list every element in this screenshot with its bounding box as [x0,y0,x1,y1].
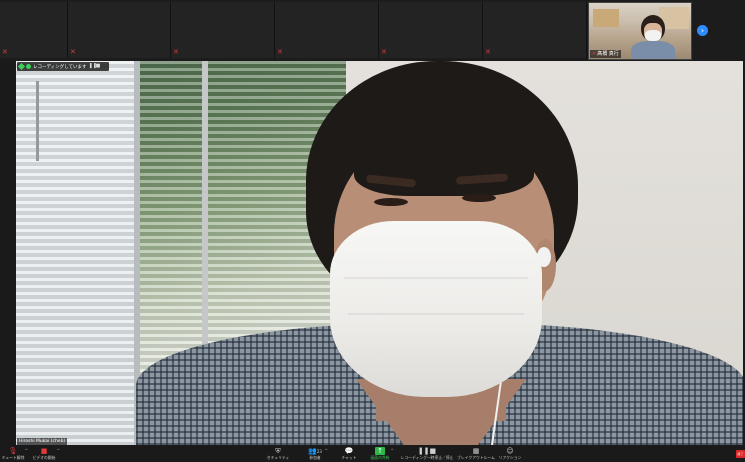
recording-icon [17,62,26,71]
participant-tile[interactable]: ✕ [483,2,587,58]
reaction-smiley-icon: ☺ [506,447,514,455]
mic-muted-icon: ✕ [277,48,283,56]
security-button[interactable]: ⛨ セキュリティ [266,447,290,462]
mic-muted-icon: ✕ [381,48,387,56]
shield-icon: ⛨ [275,447,281,455]
speaker-bangs [354,126,534,196]
participant-tile[interactable]: ✕ [68,2,171,58]
speaker-eye [374,198,408,206]
video-off-icon: ■ [40,447,48,455]
self-view-tile[interactable]: ✕髙橋 真行 [588,2,692,60]
self-view-box [593,9,619,27]
mic-muted-icon: ✕ [592,51,597,57]
participants-count: 23 [316,449,322,454]
participant-tile[interactable]: ✕ [275,2,379,58]
participant-tile[interactable]: ✕ [0,2,68,58]
stop-recording-icon[interactable]: ■ [96,64,101,69]
end-meeting-label: 終了 [737,452,744,456]
caret-up-icon[interactable]: ^ [25,448,28,453]
recording-control-button[interactable]: ❚❚■ レコーディング一時停止／停止 [401,447,454,462]
reactions-label: リアクション [498,455,522,460]
end-meeting-button[interactable]: 終了 [736,450,745,458]
mic-muted-icon: ✕ [485,48,491,56]
speaker-name-tag: Hiroshi Mukai (cheb) [17,438,68,445]
start-video-button[interactable]: ■ ビデオの開始 ^ [32,447,60,462]
breakout-rooms-button[interactable]: ▦ ブレイクアウトルーム [457,447,495,462]
mic-muted-icon: ✕ [173,48,179,56]
recording-dot-icon [26,64,31,69]
self-view-body [631,41,675,59]
pause-stop-icon: ❚❚■ [417,447,437,455]
participants-button[interactable]: 👥23 参加者 ^ [306,447,328,462]
share-screen-button[interactable]: ↑ 画面の共有 ^ [370,447,394,462]
speaker-eye [462,194,496,202]
breakout-rooms-icon: ▦ [472,447,480,455]
security-label: セキュリティ [266,455,290,460]
caret-up-icon[interactable]: ^ [391,448,394,453]
recording-label: レコーディングしています [33,64,87,70]
pause-recording-icon[interactable]: ❚❚ [89,64,97,69]
recording-control-label: レコーディング一時停止／停止 [400,455,454,460]
active-speaker-video[interactable] [16,61,743,445]
gallery-strip: ✕ ✕ ✕ ✕ ✕ ✕ ✕髙橋 真行 › [0,0,745,60]
caret-up-icon[interactable]: ^ [57,448,60,453]
mic-muted-icon: ✕ [70,48,76,56]
breakout-rooms-label: ブレイクアウトルーム [457,455,495,460]
self-view-mask [645,30,661,41]
chat-label: チャット [341,455,357,460]
unmute-label: ミュート解除 [1,455,25,460]
participants-label: 参加者 [309,455,321,460]
recording-indicator: レコーディングしています ❚❚ ■ [17,62,109,71]
caret-up-icon[interactable]: ^ [325,448,328,453]
unmute-button[interactable]: 🎙 ミュート解除 ^ [1,447,28,462]
chat-icon: 💬 [344,447,354,455]
mask-pleat [344,277,528,279]
chevron-right-icon: › [700,26,705,35]
participant-tile[interactable]: ✕ [379,2,483,58]
share-screen-label: 画面の共有 [370,455,390,460]
reactions-button[interactable]: ☺ リアクション [498,447,522,462]
participants-icon: 👥23 [308,447,322,455]
mic-muted-icon: ✕ [2,48,8,56]
background-blind-cord [36,81,39,161]
chat-button[interactable]: 💬 チャット [341,447,357,462]
start-video-label: ビデオの開始 [32,455,56,460]
self-view-name-label: ✕髙橋 真行 [590,50,621,58]
zoom-meeting-window: ✕ ✕ ✕ ✕ ✕ ✕ ✕髙橋 真行 › レコーディングしています ❚❚ ■ H… [0,0,745,462]
next-page-button[interactable]: › [697,25,708,36]
share-screen-icon: ↑ [375,447,385,455]
mic-muted-icon: 🎙 [8,447,18,455]
speaker-face-mask [330,221,542,397]
self-view-name: 髙橋 真行 [597,51,619,57]
participant-tile[interactable]: ✕ [171,2,275,58]
mask-pleat [348,313,524,315]
meeting-toolbar: 🎙 ミュート解除 ^ ■ ビデオの開始 ^ ⛨ セキュリティ 👥23 参加者 ^… [0,446,745,462]
